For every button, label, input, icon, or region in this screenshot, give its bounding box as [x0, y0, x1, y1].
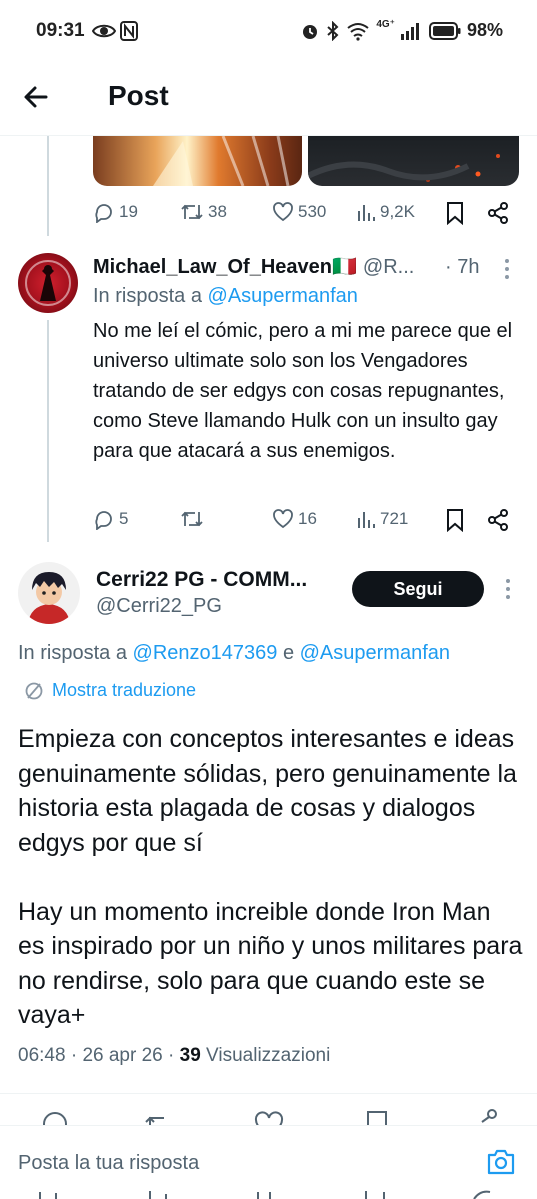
- user-name[interactable]: Cerri22 PG - COMM...: [96, 568, 341, 592]
- back-arrow-icon: [24, 86, 48, 108]
- more-options-button[interactable]: [502, 257, 512, 281]
- like-button[interactable]: 16: [272, 508, 317, 530]
- follow-button[interactable]: Segui: [352, 571, 484, 607]
- reply-composer[interactable]: Posta la tua risposta: [0, 1125, 537, 1199]
- views-label: Visualizzazioni: [206, 1045, 331, 1066]
- views-button[interactable]: 721: [356, 508, 408, 530]
- bookmark-icon: [447, 509, 463, 532]
- repost-icon: [181, 511, 203, 527]
- translate-label: Mostra traduzione: [52, 680, 197, 700]
- signal-icon: [400, 22, 419, 40]
- views-icon: [358, 205, 375, 221]
- thread-line: [47, 136, 49, 236]
- translate-button[interactable]: Mostra traduzione: [24, 680, 196, 701]
- bookmark-icon: [447, 202, 463, 225]
- repost-icon: [145, 1116, 164, 1125]
- reply-text: No me leí el cómic, pero a mi me parece …: [93, 320, 513, 462]
- camera-icon: [487, 1149, 515, 1175]
- post-image-2[interactable]: [308, 136, 519, 186]
- reply-button[interactable]: 19: [93, 201, 138, 223]
- camera-button[interactable]: [486, 1148, 516, 1176]
- separator: ·: [70, 1045, 83, 1066]
- reply-count: 19: [119, 202, 138, 221]
- replying-to: In risposta a @Renzo147369 e @Asupermanf…: [18, 642, 450, 665]
- share-button[interactable]: [486, 508, 510, 532]
- more-options-button[interactable]: [503, 577, 513, 601]
- more-vertical-icon: [506, 579, 510, 599]
- avatar[interactable]: [18, 253, 78, 313]
- divider: [0, 1093, 537, 1094]
- mention-link[interactable]: @Renzo147369: [133, 642, 278, 664]
- views-total[interactable]: 39: [180, 1045, 201, 1066]
- bookmark-button[interactable]: [445, 508, 465, 532]
- post-time: · 7h: [445, 256, 480, 278]
- heart-icon: [273, 509, 293, 529]
- bookmark-button[interactable]: [445, 201, 465, 225]
- user-name[interactable]: Michael_Law_Of_Heaven🇮🇹: [93, 254, 357, 279]
- status-right: 4G⁺ 98%: [300, 19, 503, 41]
- replying-joiner: e: [282, 642, 295, 664]
- avatar[interactable]: [18, 562, 80, 624]
- more-vertical-icon: [505, 259, 509, 279]
- nfc-icon: [120, 21, 138, 41]
- like-count: 16: [298, 509, 317, 528]
- post-meta: 06:48 · 26 apr 26 · 39 Visualizzazioni: [18, 1045, 330, 1067]
- back-button[interactable]: [22, 80, 62, 114]
- user-handle: @Cerri22_PG: [96, 595, 222, 617]
- eye-icon: [92, 21, 116, 41]
- status-time: 09:31: [36, 20, 85, 41]
- mention-link[interactable]: @Asupermanfan: [300, 642, 450, 664]
- share-icon: [481, 1109, 497, 1123]
- replying-prefix: In risposta a: [18, 642, 127, 664]
- like-button[interactable]: 530: [272, 201, 326, 223]
- reply-input[interactable]: Posta la tua risposta: [18, 1152, 199, 1175]
- share-button[interactable]: [486, 201, 510, 225]
- post-time: 06:48: [18, 1045, 66, 1066]
- repost-button[interactable]: 38: [180, 201, 227, 223]
- page-title: Post: [108, 80, 169, 111]
- battery-icon: [428, 21, 461, 40]
- mention-link[interactable]: @Asupermanfan: [208, 285, 358, 307]
- reply-icon: [95, 204, 112, 223]
- reply-button[interactable]: 5: [93, 508, 128, 530]
- next-row-peek: [0, 1190, 537, 1199]
- views-count: 721: [380, 509, 409, 528]
- translate-icon: [25, 682, 43, 699]
- views-count: 9,2K: [380, 202, 415, 221]
- network-label: 4G⁺: [376, 19, 395, 30]
- repost-button[interactable]: [180, 508, 208, 530]
- repost-count: 38: [208, 202, 227, 221]
- views-button[interactable]: 9,2K: [356, 201, 415, 223]
- replying-prefix: In risposta a: [93, 285, 202, 307]
- replying-to: In risposta a @Asupermanfan: [93, 285, 358, 308]
- views-icon: [358, 512, 375, 528]
- post-text: Empieza con conceptos interesantes e ide…: [18, 722, 523, 1033]
- status-bar: 09:31 4G⁺ 98%: [0, 0, 537, 62]
- reply-icon: [43, 1112, 67, 1125]
- repost-icon: [181, 204, 203, 220]
- heart-icon: [273, 202, 293, 222]
- post-text-paragraph: Hay un momento increible donde Iron Man …: [18, 897, 523, 1030]
- post-text-paragraph: Empieza con conceptos interesantes e ide…: [18, 725, 517, 857]
- heart-icon: [254, 1111, 284, 1125]
- post-date: 26 apr 26: [82, 1045, 163, 1066]
- share-icon: [488, 509, 508, 531]
- share-icon: [488, 202, 508, 224]
- like-count: 530: [298, 202, 327, 221]
- reply1-header: Michael_Law_Of_Heaven🇮🇹 @R...: [93, 254, 433, 279]
- wifi-icon: [347, 22, 369, 41]
- reply-count: 5: [119, 509, 129, 528]
- separator: ·: [168, 1045, 180, 1066]
- alarm-icon: [303, 24, 318, 39]
- bookmark-icon: [367, 1111, 387, 1125]
- main-post-actions: [0, 1108, 537, 1125]
- bluetooth-icon: [327, 20, 339, 41]
- battery-level: 98%: [466, 20, 503, 40]
- thread-line: [47, 320, 49, 542]
- post-image-1[interactable]: [93, 136, 302, 186]
- user-handle: @R...: [362, 256, 415, 278]
- top-app-bar: Post: [0, 62, 537, 136]
- reply-icon: [95, 511, 112, 530]
